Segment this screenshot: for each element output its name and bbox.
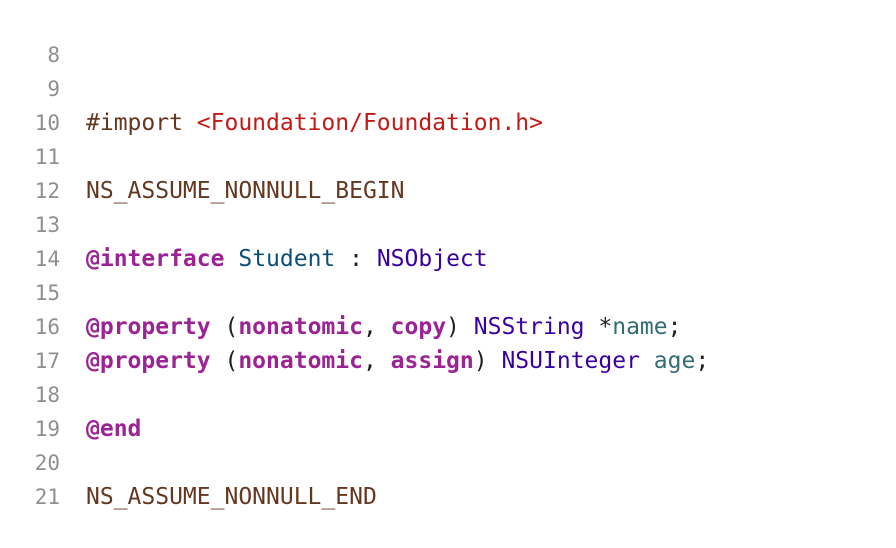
- code-line: 12: [0, 140, 896, 203]
- code-editor[interactable]: 8 9 #import <Foundation/Foundation.h> 10…: [0, 0, 896, 510]
- code-line: 15 @property (nonatomic, copy) NSString …: [0, 242, 896, 340]
- line-number: 21: [34, 485, 60, 509]
- macro-token: NS_ASSUME_NONNULL_END: [86, 484, 377, 510]
- code-line: 16 @property (nonatomic, assign) NSUInte…: [0, 276, 896, 374]
- code-line: 19: [0, 378, 896, 441]
- code-text: NS_ASSUME_NONNULL_END: [86, 480, 377, 514]
- code-line: 13 @interface Student : NSObject: [0, 174, 896, 272]
- code-line: 18 @end: [0, 344, 896, 442]
- code-line: 11 NS_ASSUME_NONNULL_BEGIN: [0, 106, 896, 204]
- code-line: 10: [0, 72, 896, 135]
- code-line: 9 #import <Foundation/Foundation.h>: [0, 38, 896, 136]
- code-line: 8: [0, 4, 896, 67]
- code-line: 21: [0, 446, 896, 509]
- code-line: 17: [0, 310, 896, 373]
- code-line: 20 NS_ASSUME_NONNULL_END: [0, 412, 896, 510]
- code-line: 14: [0, 208, 896, 271]
